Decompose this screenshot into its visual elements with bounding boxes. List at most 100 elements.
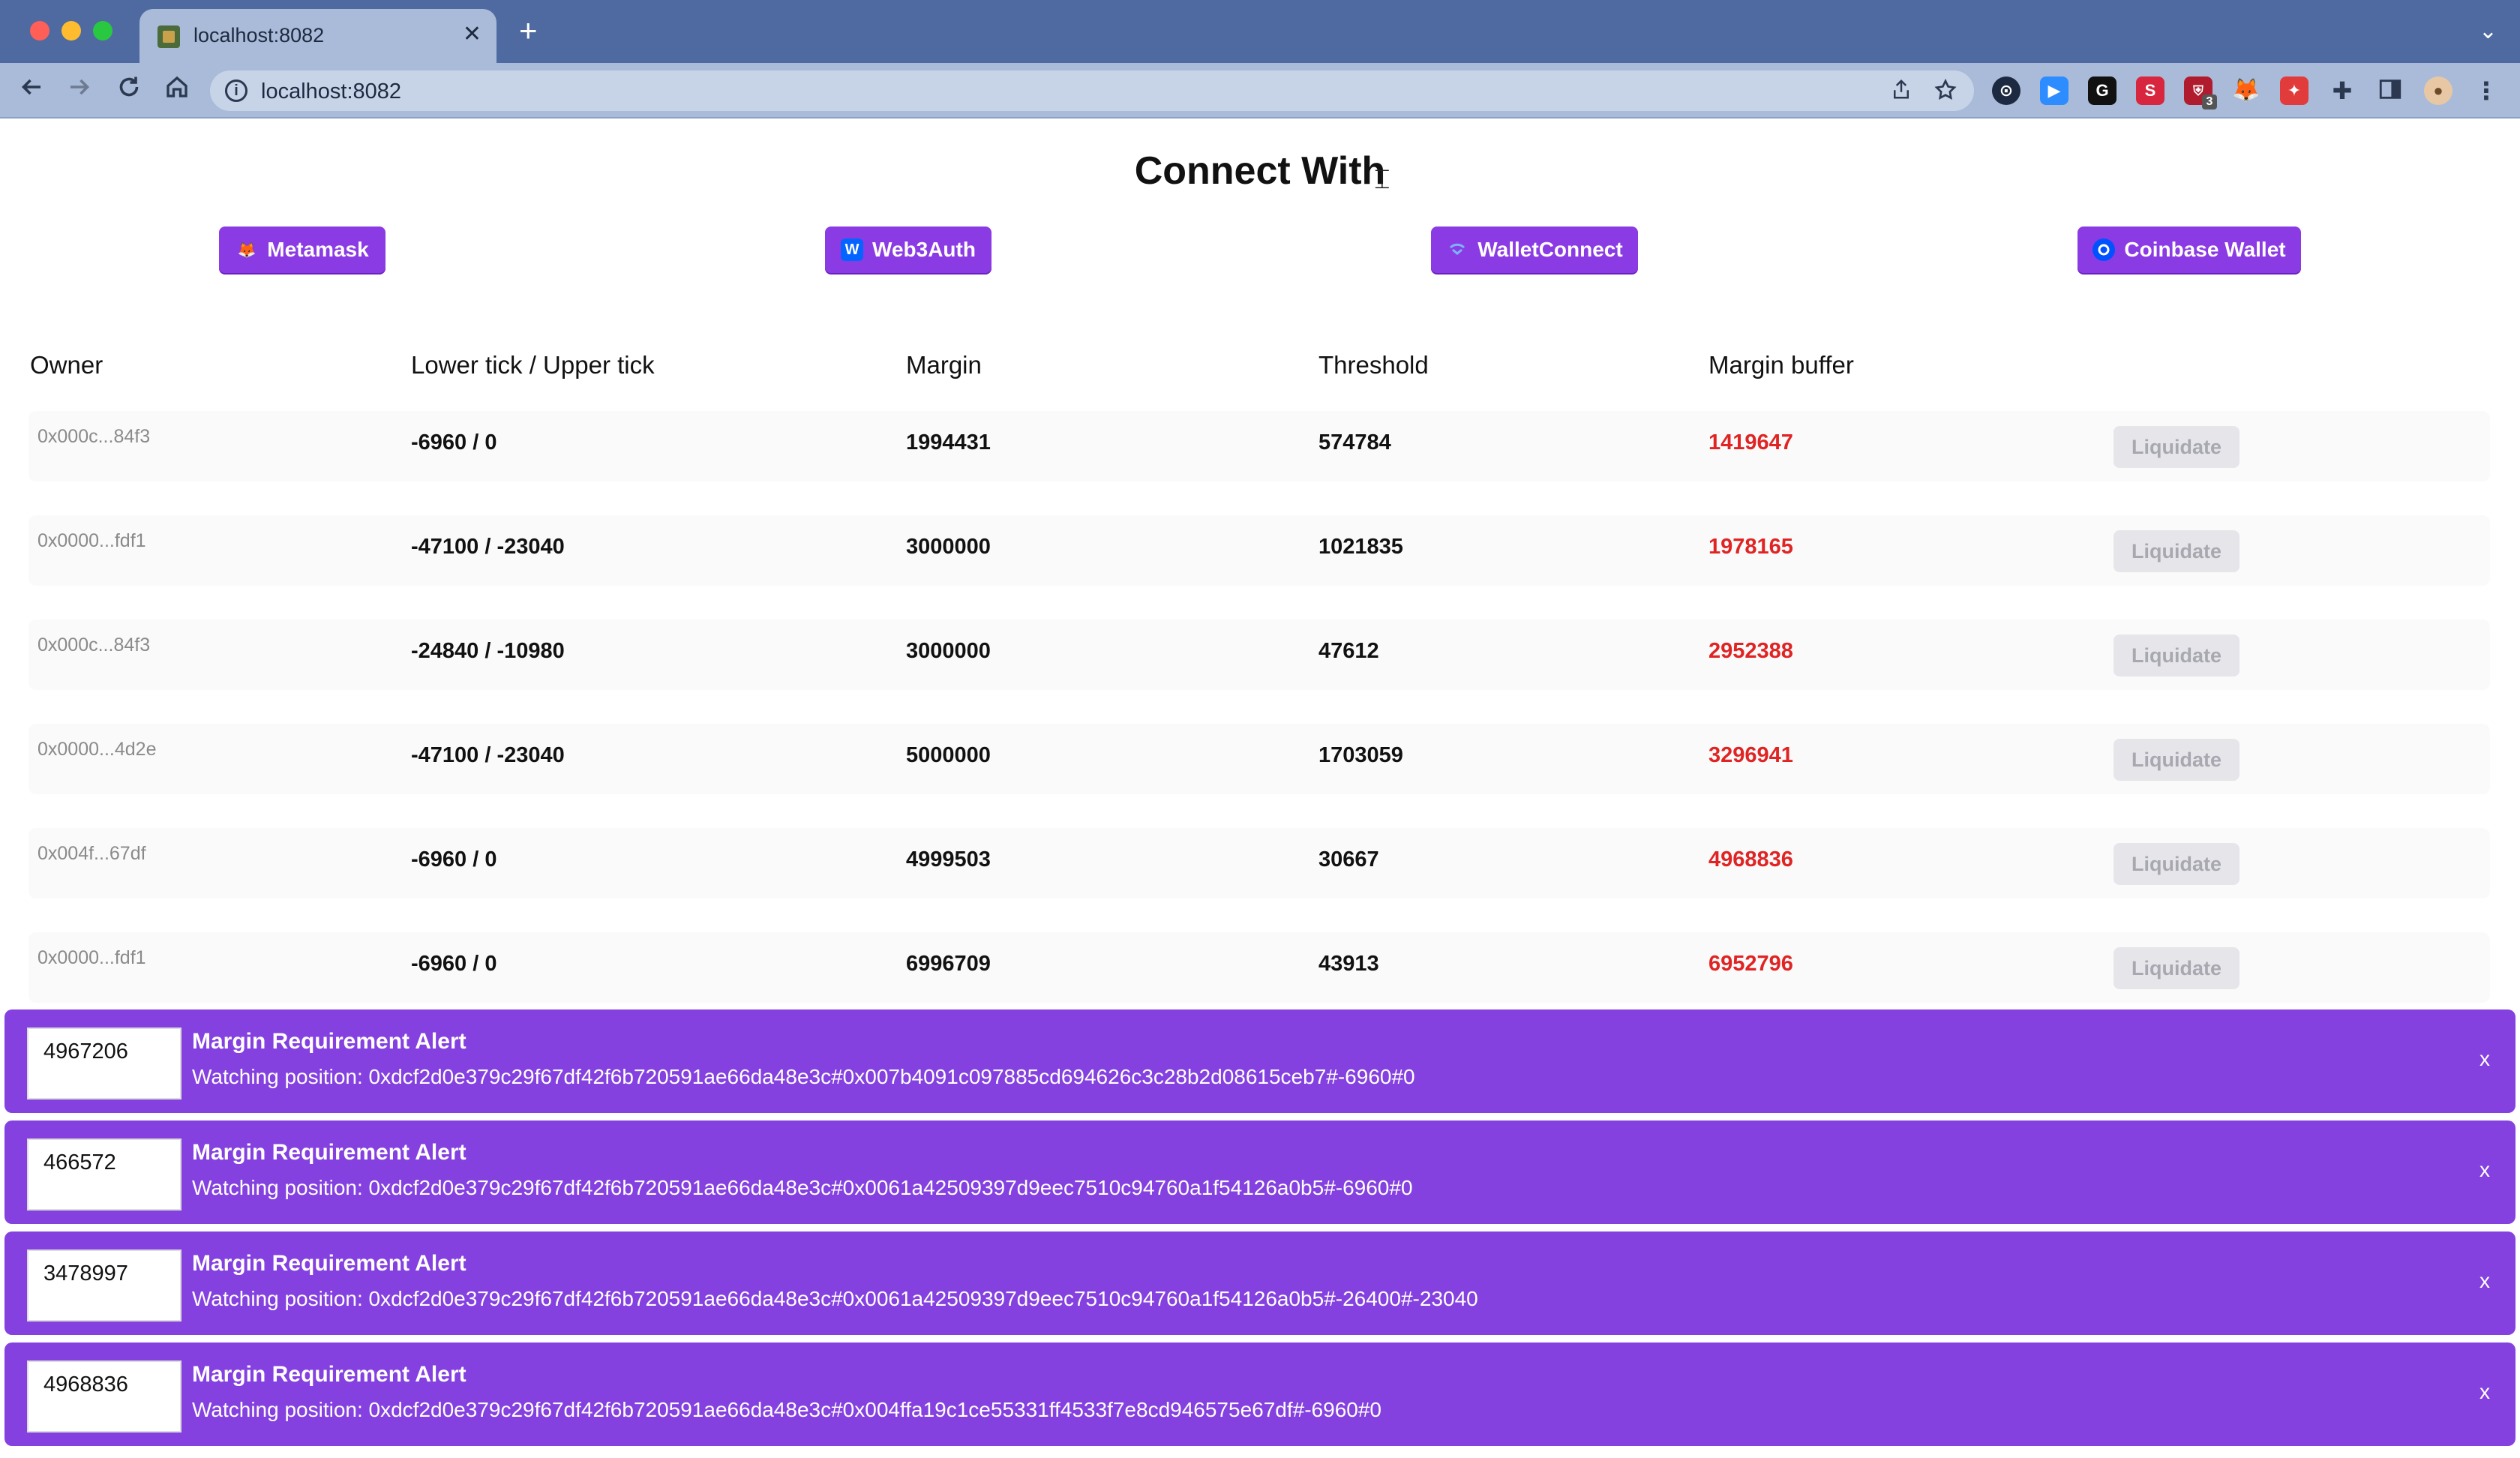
browser-tab[interactable]: localhost:8082 ✕ (140, 9, 496, 63)
margin-buffer-cell: 6952796 (1708, 952, 1793, 976)
alert-close-button[interactable]: x (2480, 1047, 2490, 1071)
page-title: Connect With (1134, 149, 1386, 193)
grammar-extension-icon[interactable]: G (2088, 76, 2116, 105)
alert-value: 4968836 (44, 1372, 128, 1396)
alert-value-box: 3478997 (27, 1250, 182, 1322)
password-manager-extension-icon[interactable]: ⊙ (1992, 76, 2020, 105)
margin-cell: 6996709 (906, 952, 991, 976)
margin-cell: 3000000 (906, 639, 991, 663)
margin-cell: 3000000 (906, 535, 991, 559)
site-info-icon[interactable]: i (225, 80, 248, 102)
ticks-cell: -47100 / -23040 (411, 535, 565, 559)
alert-value-box: 4967206 (27, 1028, 182, 1100)
text-cursor-icon: ⌶ (1374, 164, 1390, 194)
owner-cell: 0x0000...fdf1 (38, 530, 146, 551)
browser-tab-bar: localhost:8082 ✕ + ⌄ (0, 0, 2520, 63)
alert-message: Watching position: 0xdcf2d0e379c29f67df4… (192, 1287, 1478, 1310)
new-tab-button[interactable]: + (519, 15, 538, 46)
threshold-cell: 43913 (1318, 952, 1379, 976)
header-margin: Margin (906, 351, 982, 379)
alert-value: 4967206 (44, 1040, 128, 1064)
alert-title: Margin Requirement Alert (192, 1140, 466, 1165)
margin-buffer-cell: 1419647 (1708, 430, 1793, 454)
side-panel-icon[interactable] (2376, 76, 2404, 105)
liquidate-button[interactable]: Liquidate (2114, 739, 2240, 781)
alert-title: Margin Requirement Alert (192, 1029, 466, 1054)
coinbase-wallet-label: Coinbase Wallet (2124, 238, 2286, 261)
table-row: 0x000c...84f3 -6960 / 0 1994431 574784 1… (28, 411, 2490, 482)
table-row: 0x000c...84f3 -24840 / -10980 3000000 47… (28, 620, 2490, 690)
owner-cell: 0x0000...4d2e (38, 739, 157, 760)
tab-title: localhost:8082 (194, 24, 325, 46)
url-text[interactable]: localhost:8082 (261, 80, 401, 104)
metamask-label: Metamask (267, 238, 369, 261)
maximize-window-button[interactable] (93, 21, 112, 40)
alert-close-button[interactable]: x (2480, 1380, 2490, 1404)
coinbase-icon (2092, 238, 2116, 261)
s-extension-icon[interactable]: S (2136, 76, 2164, 105)
home-icon[interactable] (164, 74, 190, 105)
threshold-cell: 47612 (1318, 639, 1379, 663)
tab-favicon-icon (158, 26, 180, 48)
alert-close-button[interactable]: x (2480, 1158, 2490, 1182)
alert-message: Watching position: 0xdcf2d0e379c29f67df4… (192, 1176, 1413, 1199)
threshold-cell: 574784 (1318, 430, 1391, 454)
bookmark-star-icon[interactable] (1934, 78, 1958, 108)
header-margin-buffer: Margin buffer (1708, 351, 1854, 379)
alert-value-box: 4968836 (27, 1360, 182, 1432)
coinbase-wallet-button[interactable]: Coinbase Wallet (2078, 226, 2301, 273)
tab-close-icon[interactable]: ✕ (463, 21, 482, 47)
close-window-button[interactable] (30, 21, 50, 40)
back-arrow-icon[interactable] (18, 74, 45, 105)
ticks-cell: -6960 / 0 (411, 952, 497, 976)
minimize-window-button[interactable] (62, 21, 81, 40)
margin-alert-toast: 4967206 Margin Requirement Alert Watchin… (4, 1010, 2516, 1113)
liquidate-button[interactable]: Liquidate (2114, 634, 2240, 676)
profile-avatar-icon[interactable]: ● (2424, 76, 2452, 105)
owner-cell: 0x004f...67df (38, 843, 146, 864)
alert-message: Watching position: 0xdcf2d0e379c29f67df4… (192, 1065, 1415, 1088)
game-extension-icon[interactable]: ✦ (2280, 76, 2308, 105)
tab-list-chevron-icon[interactable]: ⌄ (2479, 18, 2498, 44)
address-bar[interactable]: i localhost:8082 (210, 70, 1974, 111)
walletconnect-button[interactable]: WalletConnect (1431, 226, 1638, 273)
fox-icon: 🦊 (237, 242, 256, 259)
browser-menu-icon[interactable]: ⋮ (2472, 76, 2500, 105)
owner-cell: 0x0000...fdf1 (38, 947, 146, 968)
shield-extension-icon[interactable]: ⛨ 3 (2184, 76, 2217, 110)
header-owner: Owner (30, 351, 104, 379)
metamask-button[interactable]: 🦊 Metamask (219, 226, 386, 273)
liquidate-button[interactable]: Liquidate (2114, 426, 2240, 468)
table-row: 0x0000...fdf1 -47100 / -23040 3000000 10… (28, 515, 2490, 586)
margin-alert-toast: 3478997 Margin Requirement Alert Watchin… (4, 1232, 2516, 1335)
margin-cell: 1994431 (906, 430, 991, 454)
liquidate-button[interactable]: Liquidate (2114, 530, 2240, 572)
reload-icon[interactable] (116, 74, 142, 105)
web3auth-button[interactable]: W Web3Auth (825, 226, 992, 273)
alert-close-button[interactable]: x (2480, 1269, 2490, 1293)
metamask-extension-icon[interactable]: 🦊 (2232, 76, 2260, 105)
alert-value: 466572 (44, 1150, 116, 1174)
owner-cell: 0x000c...84f3 (38, 634, 151, 656)
extension-badge: 3 (2202, 94, 2217, 110)
ticks-cell: -24840 / -10980 (411, 639, 565, 663)
puzzle-extensions-icon[interactable]: ✚ (2328, 76, 2356, 105)
table-row: 0x0000...fdf1 -6960 / 0 6996709 43913 69… (28, 932, 2490, 1003)
margin-buffer-cell: 1978165 (1708, 535, 1793, 559)
browser-toolbar: i localhost:8082 ⊙ ▶ G S ⛨ 3 🦊 ✦ ✚ ● ⋮ (0, 63, 2520, 118)
owner-cell: 0x000c...84f3 (38, 426, 151, 447)
header-ticks: Lower tick / Upper tick (411, 351, 655, 379)
threshold-cell: 30667 (1318, 848, 1379, 872)
margin-cell: 4999503 (906, 848, 991, 872)
ticks-cell: -6960 / 0 (411, 430, 497, 454)
alert-title: Margin Requirement Alert (192, 1362, 466, 1387)
share-icon[interactable] (1890, 78, 1912, 106)
zoom-extension-icon[interactable]: ▶ (2040, 76, 2068, 105)
table-row: 0x004f...67df -6960 / 0 4999503 30667 49… (28, 828, 2490, 898)
alert-value: 3478997 (44, 1262, 128, 1286)
liquidate-button[interactable]: Liquidate (2114, 947, 2240, 989)
liquidate-button[interactable]: Liquidate (2114, 843, 2240, 885)
margin-buffer-cell: 3296941 (1708, 743, 1793, 767)
forward-arrow-icon[interactable] (66, 74, 93, 105)
header-threshold: Threshold (1318, 351, 1429, 379)
